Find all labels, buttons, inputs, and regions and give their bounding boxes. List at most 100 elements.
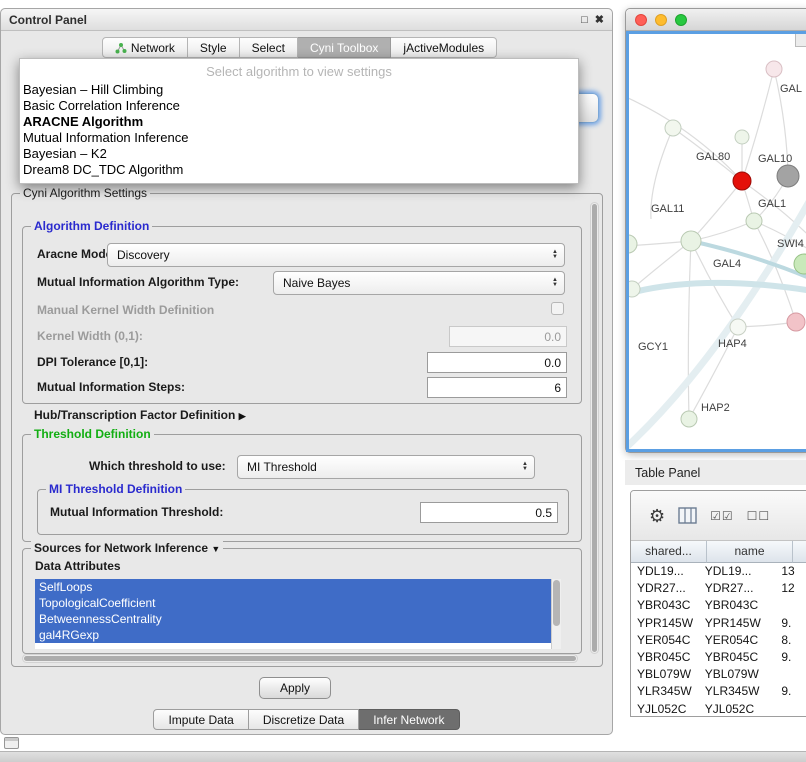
network-node[interactable] — [665, 120, 681, 136]
kernel-width-input — [449, 326, 567, 347]
dpi-tolerance-input[interactable] — [427, 352, 567, 373]
table-panel-title: Table Panel — [635, 466, 700, 480]
network-node[interactable] — [681, 231, 701, 251]
tab-label: jActiveModules — [403, 41, 484, 55]
tab-label: Cyni Toolbox — [310, 41, 378, 55]
mi-steps-input[interactable] — [427, 377, 567, 398]
table-row[interactable]: YBR043C YBR043C — [631, 597, 806, 614]
table-row[interactable]: YER054C YER054C 8. — [631, 632, 806, 649]
hub-definition-toggle[interactable]: Hub/Transcription Factor Definition ▶ — [34, 408, 246, 422]
mi-threshold-input[interactable] — [420, 502, 558, 523]
gear-icon[interactable]: ⚙ — [649, 506, 665, 526]
aracne-mode-label: Aracne Mode: — [37, 247, 116, 261]
table-row[interactable]: YBR045C YBR045C 9. — [631, 649, 806, 666]
minimize-traffic-light[interactable] — [655, 14, 667, 26]
tab-infer-network[interactable]: Infer Network — [359, 709, 459, 730]
cell: YBR043C — [699, 597, 776, 614]
aracne-mode-combo[interactable]: Discovery ▲▼ — [107, 243, 565, 267]
network-node[interactable] — [629, 235, 637, 253]
tab-jactivemodules[interactable]: jActiveModules — [391, 37, 497, 58]
which-threshold-combo[interactable]: MI Threshold ▲▼ — [237, 455, 535, 479]
cell: YER054C — [631, 632, 699, 649]
mi-type-combo[interactable]: Naive Bayes ▲▼ — [273, 271, 565, 295]
attributes-scrollbar[interactable] — [551, 579, 561, 649]
settings-vertical-scrollbar[interactable] — [590, 202, 599, 654]
panel-dock-icon[interactable] — [4, 737, 19, 749]
float-window-icon[interactable]: □ — [581, 13, 588, 27]
clear-all-checkboxes-icon[interactable]: ☐☐ — [747, 506, 771, 526]
threshold-definition-group: Threshold Definition Which threshold to … — [22, 434, 582, 542]
manual-kernel-label: Manual Kernel Width Definition — [37, 303, 214, 317]
table-row[interactable]: YLR345W YLR345W 9. — [631, 683, 806, 700]
attribute-item-selected[interactable]: BetweennessCentrality — [35, 611, 561, 627]
table-body: YDL19... YDL19... 13 YDR27... YDR27... 1… — [631, 563, 806, 716]
cell: YLR345W — [631, 683, 699, 700]
network-node[interactable] — [735, 130, 749, 144]
cell: YJL052C — [699, 701, 776, 717]
scrollbar-thumb[interactable] — [592, 204, 597, 652]
column-header-name[interactable]: name — [707, 541, 793, 563]
apply-button[interactable]: Apply — [259, 677, 331, 699]
table-row[interactable]: YDR27... YDR27... 12 — [631, 580, 806, 597]
scrollbar-thumb[interactable] — [24, 656, 576, 661]
zoom-traffic-light[interactable] — [675, 14, 687, 26]
manual-kernel-checkbox[interactable] — [551, 302, 564, 315]
table-row[interactable]: YPR145W YPR145W 9. — [631, 615, 806, 632]
network-node-label: GAL4 — [713, 258, 741, 270]
network-node-label: SWI4 — [777, 238, 804, 250]
network-node-label: GCY1 — [638, 341, 668, 353]
panel-tabs: Network Style Select Cyni Toolbox jActiv… — [1, 37, 598, 58]
close-traffic-light[interactable] — [635, 14, 647, 26]
cell: YPR145W — [631, 615, 699, 632]
cell: YDR27... — [699, 580, 776, 597]
tab-network[interactable]: Network — [102, 37, 188, 58]
algorithm-option-selected[interactable]: ARACNE Algorithm — [20, 114, 578, 130]
scrollbar-thumb[interactable] — [553, 580, 560, 626]
attribute-item-selected[interactable]: TopologicalCoefficient — [35, 595, 561, 611]
settings-horizontal-scrollbar[interactable] — [22, 654, 578, 663]
aracne-mode-value: Discovery — [117, 248, 170, 262]
algorithm-option[interactable]: Basic Correlation Inference — [20, 98, 578, 114]
cell: YJL052C — [631, 701, 699, 717]
dpi-tolerance-label: DPI Tolerance [0,1]: — [37, 355, 148, 369]
network-node[interactable] — [730, 319, 746, 335]
network-node[interactable] — [681, 411, 697, 427]
hub-definition-label: Hub/Transcription Factor Definition — [34, 408, 235, 422]
network-node[interactable] — [746, 213, 762, 229]
tab-select[interactable]: Select — [240, 37, 298, 58]
network-node[interactable] — [629, 281, 640, 297]
network-node-gray[interactable] — [777, 165, 799, 187]
column-header-shared-name[interactable]: shared... — [631, 541, 707, 563]
cell: YPR145W — [699, 615, 776, 632]
kernel-width-label: Kernel Width (0,1): — [37, 329, 143, 343]
algorithm-option[interactable]: Bayesian – K2 — [20, 146, 578, 162]
tab-discretize-data[interactable]: Discretize Data — [249, 709, 359, 730]
network-scrollbar-corner[interactable] — [795, 34, 806, 47]
network-node-red[interactable] — [733, 172, 751, 190]
sources-toggle[interactable]: Sources for Network Inference ▼ — [31, 541, 223, 556]
attribute-item-selected[interactable]: gal4RGexp — [35, 627, 561, 643]
network-node-pink[interactable] — [787, 313, 805, 331]
cell: YDL19... — [699, 563, 776, 580]
column-chooser-icon[interactable] — [678, 507, 697, 524]
close-window-icon[interactable]: ✖ — [595, 13, 604, 27]
mi-steps-label: Mutual Information Steps: — [37, 380, 185, 394]
column-header-partial[interactable] — [793, 541, 806, 563]
select-all-checkboxes-icon[interactable]: ☑☑ — [710, 506, 734, 526]
algorithm-option[interactable]: Mutual Information Inference — [20, 130, 578, 146]
network-node-label: GAL — [780, 83, 802, 95]
table-row[interactable]: YDL19... YDL19... 13 — [631, 563, 806, 580]
table-row[interactable]: YJL052C YJL052C — [631, 701, 806, 717]
tab-style[interactable]: Style — [188, 37, 240, 58]
algorithm-option[interactable]: Dream8 DC_TDC Algorithm — [20, 162, 578, 178]
bottom-tabs: Impute Data Discretize Data Infer Networ… — [1, 709, 612, 730]
table-row[interactable]: YBL079W YBL079W — [631, 666, 806, 683]
attribute-item-selected[interactable]: SelfLoops — [35, 579, 561, 595]
network-node[interactable] — [766, 61, 782, 77]
tab-cyni-toolbox[interactable]: Cyni Toolbox — [298, 37, 391, 58]
network-node-label: GAL1 — [758, 198, 786, 210]
algorithm-option[interactable]: Bayesian – Hill Climbing — [20, 82, 578, 98]
network-canvas[interactable]: GAL GAL80 GAL10 GAL11 GAL1 SWI4 GAL4 GCY… — [626, 31, 806, 452]
tab-label: Select — [252, 41, 285, 55]
tab-impute-data[interactable]: Impute Data — [153, 709, 248, 730]
